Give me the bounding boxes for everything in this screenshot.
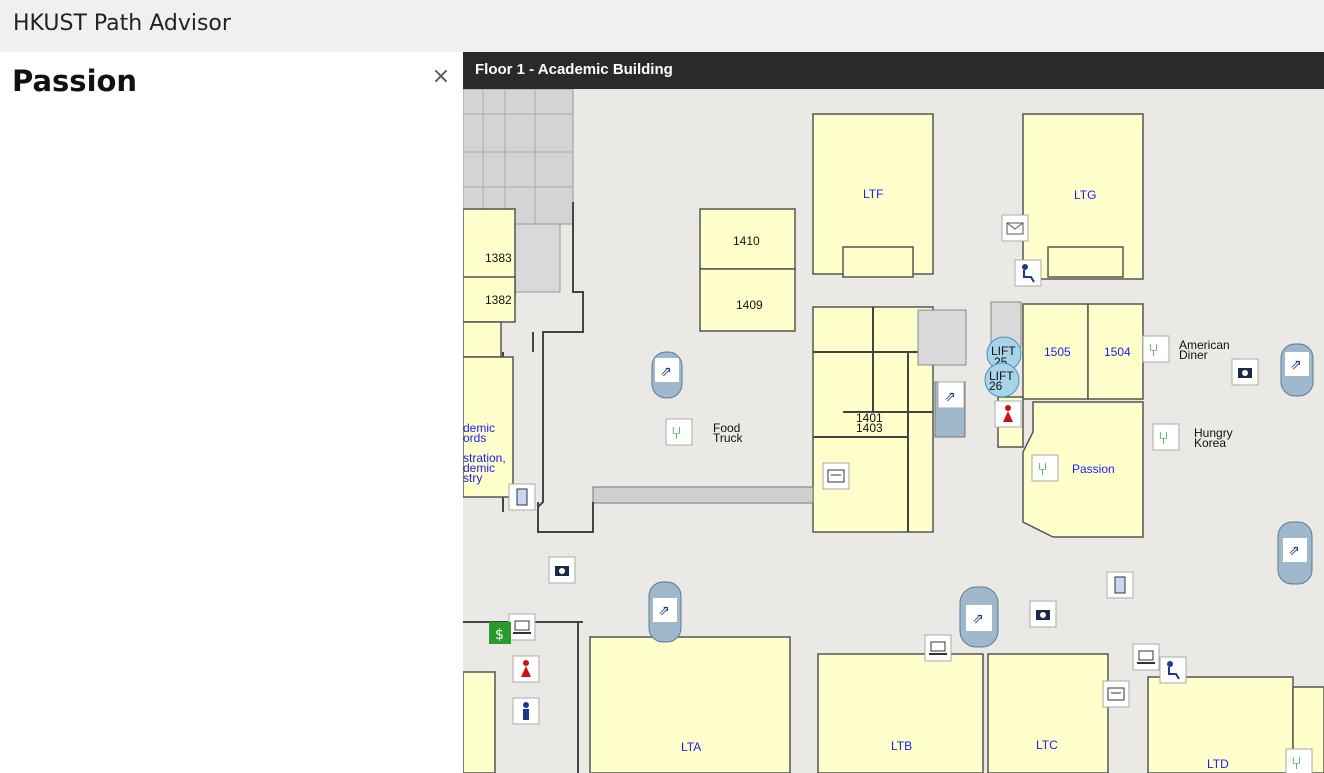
room-ltb-label: LTB	[891, 739, 912, 753]
svg-text:⇗: ⇗	[1288, 543, 1300, 559]
american-diner-label-2: Diner	[1179, 348, 1208, 362]
svg-text:⑂: ⑂	[1037, 459, 1048, 480]
room-ltd-label: LTD	[1207, 757, 1229, 771]
room-ltc-label: LTC	[1036, 738, 1058, 752]
atm-icon[interactable]: $	[489, 622, 511, 644]
academic-records-label-2: ords	[463, 431, 486, 445]
restaurant-icon[interactable]: ⑂	[665, 418, 693, 446]
accessible-toilet-icon[interactable]	[1014, 259, 1042, 287]
printer-icon[interactable]	[822, 462, 850, 490]
svg-text:⑂: ⑂	[1291, 753, 1302, 773]
camera-icon[interactable]	[1231, 358, 1259, 386]
floor-map[interactable]: Floor 1 - Academic Building 1383 1382 de…	[463, 52, 1324, 773]
admin-label-3: stry	[463, 471, 482, 485]
svg-text:⑂: ⑂	[1158, 428, 1169, 449]
floor-plan[interactable]: 1383 1382 demic ords stration, demic str…	[463, 52, 1324, 773]
map-header: Floor 1 - Academic Building	[463, 52, 1324, 89]
svg-text:⑂: ⑂	[671, 423, 682, 444]
mail-icon[interactable]	[1001, 214, 1029, 242]
room-ltf-label: LTF	[863, 187, 883, 201]
escalator-icon[interactable]: ⇗	[648, 581, 682, 643]
escalator-icon[interactable]: ⇗	[959, 586, 999, 648]
kiosk-icon[interactable]	[508, 483, 536, 511]
room-1505-label: 1505	[1044, 345, 1071, 359]
hungry-korea-label-2: Korea	[1194, 436, 1226, 450]
room-1383-label: 1383	[485, 251, 512, 265]
svg-text:⇗: ⇗	[944, 389, 956, 405]
escalator-icon[interactable]: ⇗	[937, 381, 965, 409]
panel-title: Passion	[12, 64, 138, 98]
food-truck-label-2: Truck	[713, 431, 744, 445]
camera-icon[interactable]	[1029, 600, 1057, 628]
room-1410-label: 1410	[733, 234, 760, 248]
escalator-icon[interactable]: ⇗	[1280, 343, 1314, 397]
room-1382-label: 1382	[485, 293, 512, 307]
room-lta-label: LTA	[681, 740, 701, 754]
room-1409-label: 1409	[736, 298, 763, 312]
room-passion-label: Passion	[1072, 462, 1115, 476]
room-ltg-label: LTG	[1074, 188, 1096, 202]
restaurant-icon[interactable]: ⑂	[1285, 748, 1313, 773]
escalator-icon[interactable]: ⇗	[1277, 521, 1313, 585]
svg-text:$: $	[495, 627, 504, 643]
toilet-female-icon[interactable]	[994, 400, 1022, 428]
laptop-icon[interactable]	[508, 613, 536, 641]
svg-text:⇗: ⇗	[660, 364, 672, 380]
app-title: HKUST Path Advisor	[13, 11, 231, 36]
svg-text:⑂: ⑂	[1148, 340, 1159, 361]
toilet-male-icon[interactable]	[512, 697, 540, 725]
camera-icon[interactable]	[548, 556, 576, 584]
grey-block	[463, 88, 574, 225]
svg-text:⇗: ⇗	[1290, 357, 1302, 373]
toilet-female-icon[interactable]	[512, 655, 540, 683]
svg-text:26: 26	[989, 379, 1003, 393]
accessible-toilet-icon[interactable]	[1159, 656, 1187, 684]
laptop-icon[interactable]	[1132, 643, 1160, 671]
room-1403-label: 1403	[856, 421, 883, 435]
room-ltb[interactable]	[817, 653, 984, 773]
info-panel: Passion ×	[0, 52, 463, 773]
restaurant-icon[interactable]: ⑂	[1142, 335, 1170, 363]
svg-text:⇗: ⇗	[972, 611, 984, 627]
top-bar: HKUST Path Advisor	[0, 0, 1324, 52]
restaurant-icon[interactable]: ⑂	[1031, 454, 1059, 482]
room-1504-label: 1504	[1104, 345, 1131, 359]
close-button[interactable]: ×	[431, 66, 451, 88]
room-ltc[interactable]	[987, 653, 1109, 773]
lift-26-marker[interactable]: LIFT 26	[984, 362, 1020, 398]
escalator-icon[interactable]: ⇗	[651, 351, 683, 399]
floor-title: Floor 1 - Academic Building	[475, 61, 673, 78]
laptop-icon[interactable]	[924, 634, 952, 662]
svg-text:⇗: ⇗	[658, 603, 670, 619]
kiosk-icon[interactable]	[1106, 571, 1134, 599]
restaurant-icon[interactable]: ⑂	[1152, 423, 1180, 451]
printer-icon[interactable]	[1102, 680, 1130, 708]
